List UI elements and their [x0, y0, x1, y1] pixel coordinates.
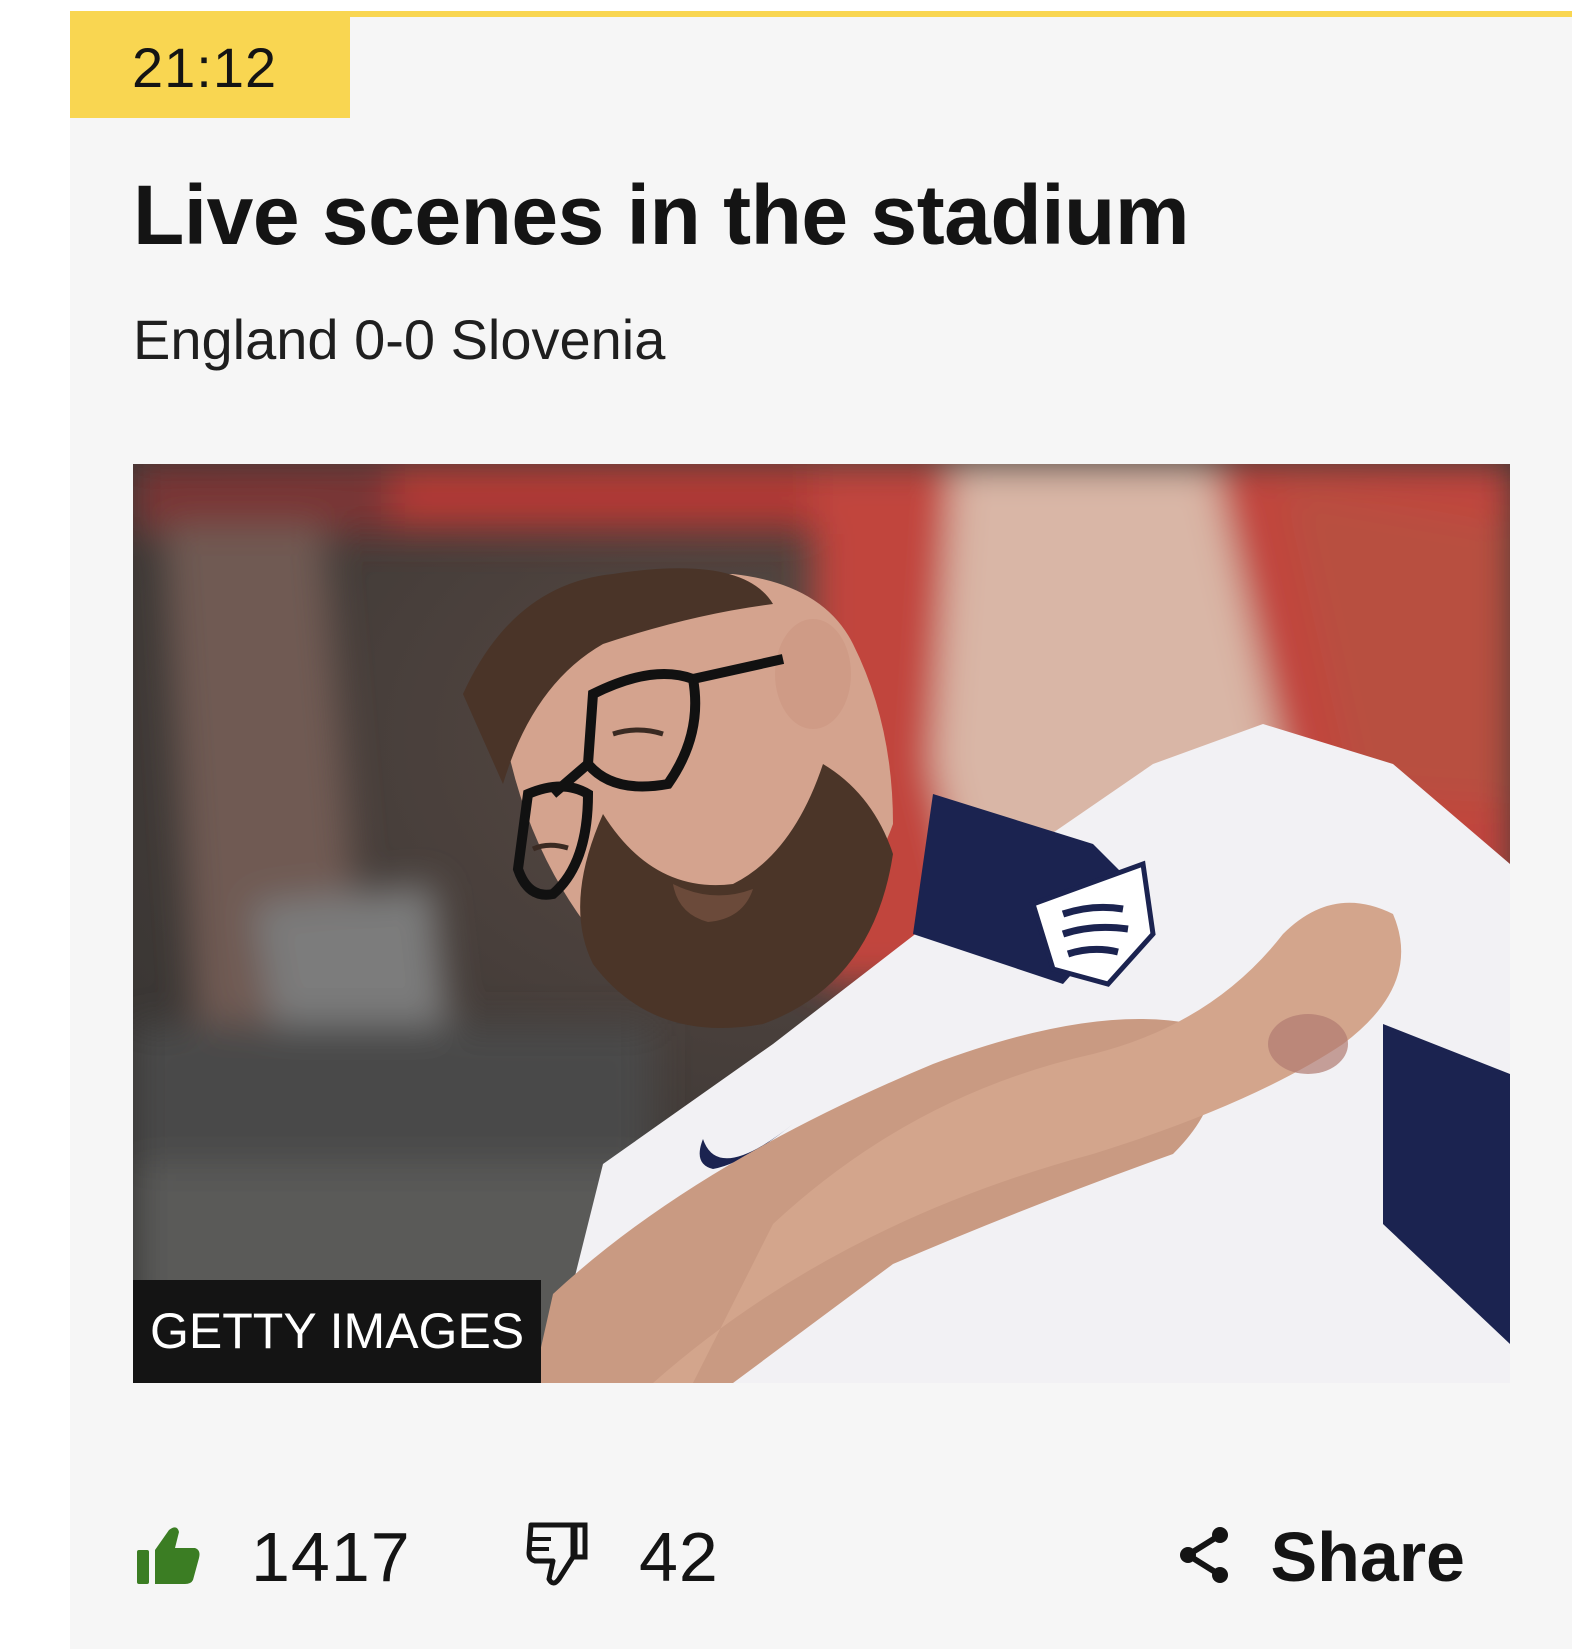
- share-label: Share: [1270, 1518, 1465, 1596]
- live-post-card: 21:12 Live scenes in the stadium England…: [70, 11, 1572, 1649]
- dislike-count: 42: [639, 1518, 719, 1596]
- like-count: 1417: [251, 1518, 411, 1596]
- share-icon: [1178, 1525, 1232, 1590]
- share-button[interactable]: Share: [1178, 1512, 1465, 1602]
- image-credit: GETTY IMAGES: [133, 1280, 542, 1383]
- post-photo: GETTY IMAGES: [133, 464, 1510, 1383]
- post-headline: Live scenes in the stadium: [133, 168, 1190, 262]
- dislike-button[interactable]: 42: [521, 1512, 719, 1602]
- thumbs-up-icon: [133, 1520, 203, 1595]
- post-subheadline: England 0-0 Slovenia: [133, 308, 666, 371]
- thumbs-down-icon: [521, 1517, 591, 1598]
- like-button[interactable]: 1417: [133, 1512, 411, 1602]
- reactions-bar: 1417 42 Share: [133, 1512, 1513, 1602]
- fan-sleeping-photo: [133, 464, 1510, 1383]
- post-timestamp: 21:12: [70, 17, 350, 118]
